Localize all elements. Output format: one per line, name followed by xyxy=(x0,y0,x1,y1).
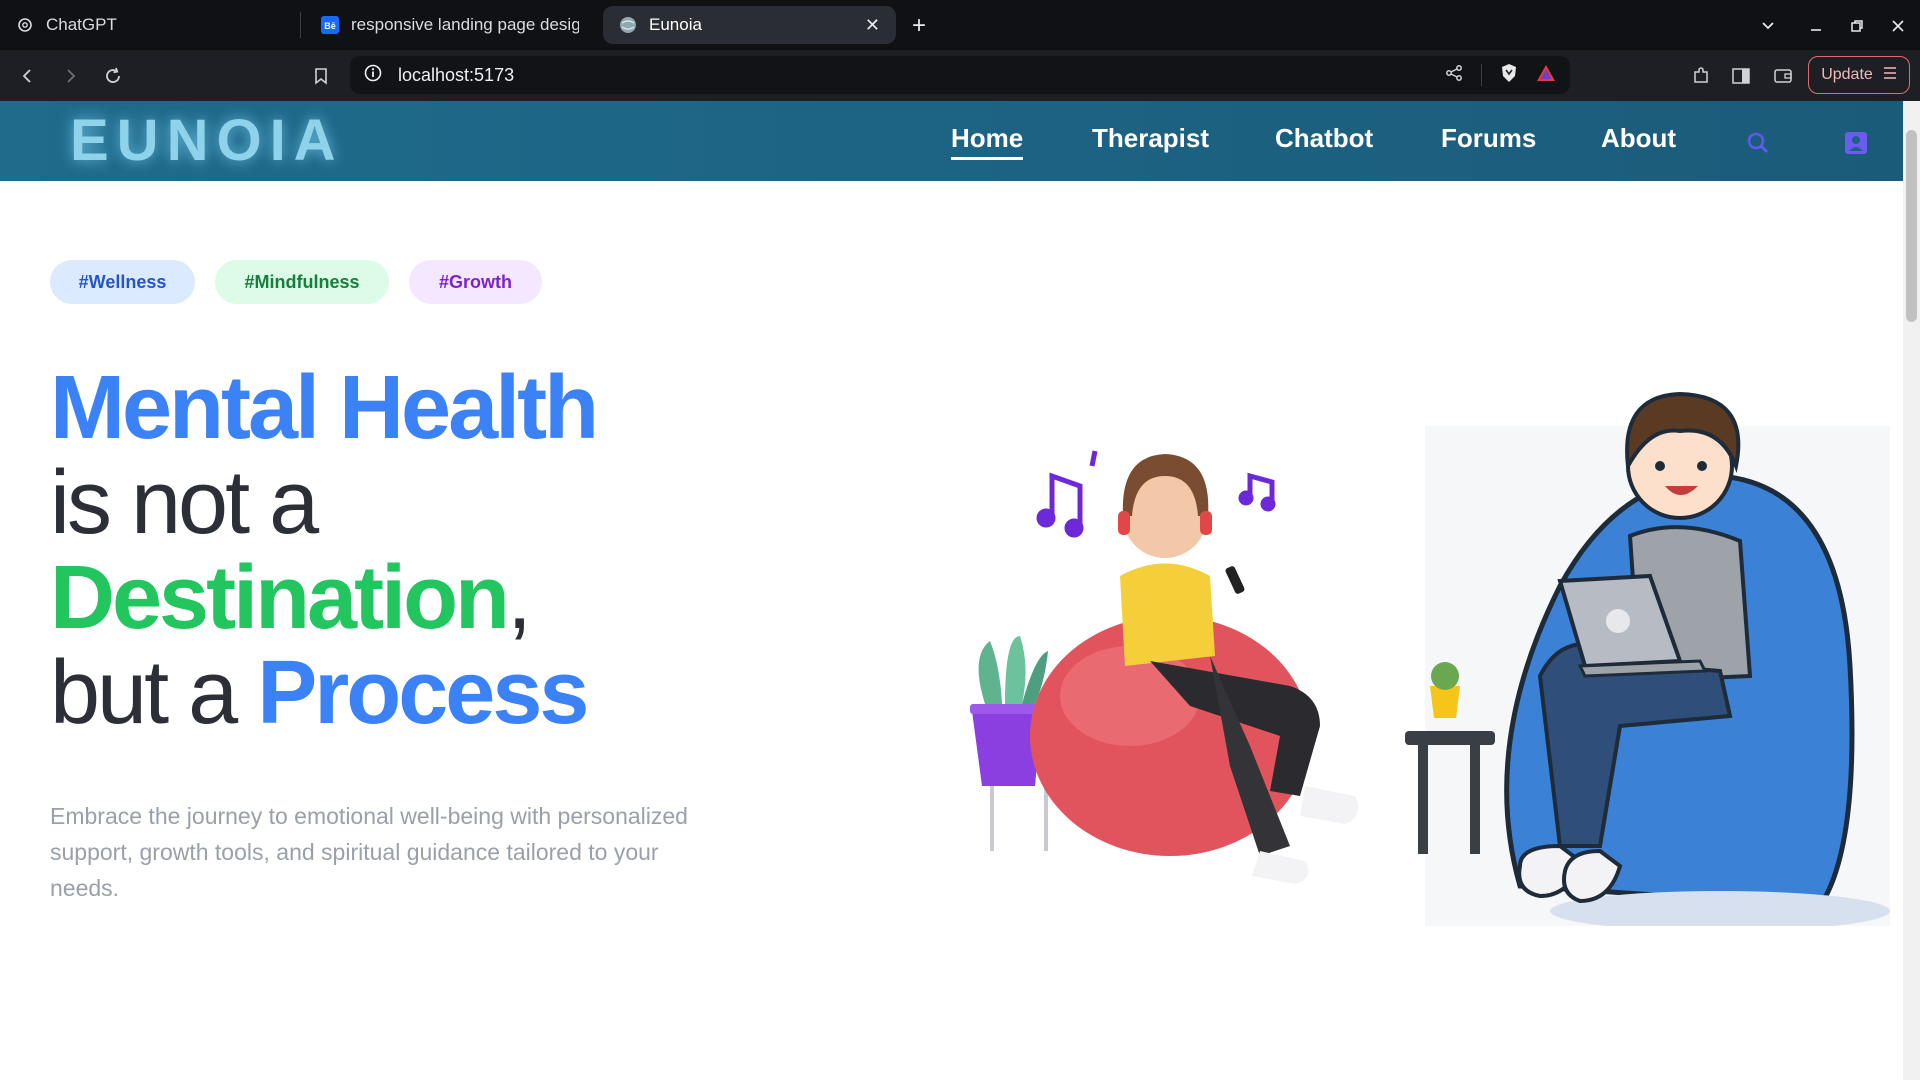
globe-icon xyxy=(619,16,637,34)
sidebar-icon[interactable] xyxy=(1725,62,1757,90)
hero-illustration xyxy=(960,326,1900,931)
chatgpt-icon xyxy=(16,16,34,34)
window-close-icon[interactable] xyxy=(1884,12,1912,40)
nav-chatbot[interactable]: Chatbot xyxy=(1275,123,1373,154)
nav-about[interactable]: About xyxy=(1601,123,1676,154)
headline-process: Process xyxy=(257,643,589,743)
tab-label: ChatGPT xyxy=(46,15,117,34)
update-button[interactable]: Update xyxy=(1808,56,1910,94)
menu-icon xyxy=(1883,66,1897,84)
headline-but-a: but a xyxy=(50,643,238,743)
site-navbar: EUNOIA Home Therapist Chatbot Forums Abo… xyxy=(0,101,1903,181)
tag-growth[interactable]: #Growth xyxy=(409,260,542,304)
tag-wellness[interactable]: #Wellness xyxy=(50,260,195,304)
headline-destination: Destination xyxy=(50,548,510,648)
tab-eunoia[interactable]: Eunoia ✕ xyxy=(603,6,896,44)
back-icon[interactable] xyxy=(12,62,44,90)
site-info-icon[interactable] xyxy=(364,64,382,86)
profile-icon[interactable] xyxy=(1844,131,1868,159)
forward-icon[interactable] xyxy=(54,62,86,90)
restore-icon[interactable] xyxy=(1843,12,1871,40)
headline-line-2: is not a xyxy=(50,453,319,553)
nav-therapist[interactable]: Therapist xyxy=(1092,123,1209,154)
update-label: Update xyxy=(1821,66,1873,83)
tab-label: Eunoia xyxy=(649,15,702,34)
address-bar[interactable]: localhost:5173 xyxy=(350,56,1570,94)
hero-headline: Mental Health is not a Destination, but … xyxy=(50,358,599,741)
tab-behance[interactable]: Bē responsive landing page design xyxy=(305,6,595,44)
behance-icon: Bē xyxy=(321,16,339,34)
bookmark-icon[interactable] xyxy=(305,62,337,90)
scrollbar-thumb[interactable] xyxy=(1906,130,1917,322)
new-tab-button[interactable]: + xyxy=(905,12,933,40)
nav-home[interactable]: Home xyxy=(951,123,1024,160)
tab-divider xyxy=(300,12,301,38)
share-icon[interactable] xyxy=(1445,64,1463,86)
hero-description: Embrace the journey to emotional well-be… xyxy=(50,803,688,901)
nav-forums[interactable]: Forums xyxy=(1441,123,1536,154)
headline-line-3: Destination, xyxy=(50,551,596,646)
search-icon[interactable] xyxy=(1746,131,1770,159)
svg-text:Bē: Bē xyxy=(324,21,336,31)
minimize-icon[interactable] xyxy=(1802,12,1830,40)
site-logo[interactable]: EUNOIA xyxy=(70,107,344,174)
tab-label: responsive landing page design xyxy=(351,15,579,34)
tab-chatgpt[interactable]: ChatGPT xyxy=(0,6,296,44)
url-text[interactable]: localhost:5173 xyxy=(398,65,514,86)
reload-icon[interactable] xyxy=(97,62,129,90)
extensions-icon[interactable] xyxy=(1685,62,1717,90)
headline-line-4: but a Process xyxy=(50,646,596,741)
page-viewport: EUNOIA Home Therapist Chatbot Forums Abo… xyxy=(0,101,1903,1080)
omnibox-divider xyxy=(1481,64,1482,86)
wallet-icon[interactable] xyxy=(1767,62,1799,90)
headline-line-1: Mental Health xyxy=(50,358,599,458)
headline-comma: , xyxy=(507,548,532,648)
brave-shields-icon[interactable] xyxy=(1500,63,1518,87)
tag-mindfulness[interactable]: #Mindfulness xyxy=(215,260,389,304)
tab-search-chevron-icon[interactable] xyxy=(1754,12,1782,40)
brave-rewards-icon[interactable] xyxy=(1536,64,1556,86)
close-icon[interactable]: ✕ xyxy=(865,15,880,36)
